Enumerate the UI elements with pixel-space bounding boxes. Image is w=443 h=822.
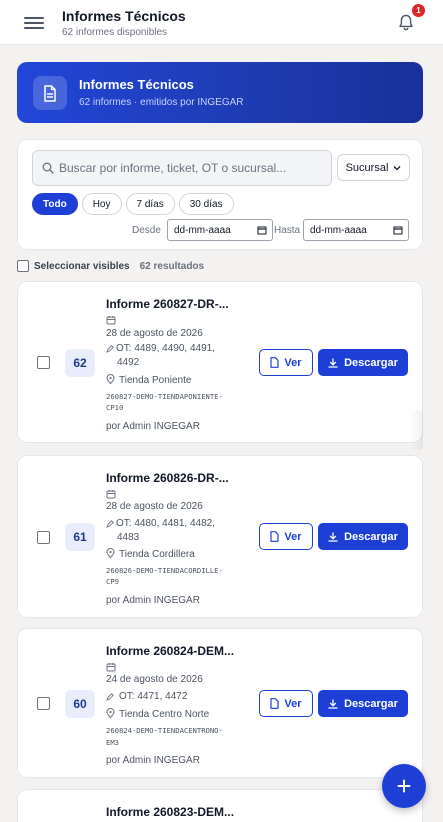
page-title: Informes Técnicos (62, 8, 186, 24)
download-icon (328, 531, 338, 542)
report-card: Informe 260823-DEM... (17, 789, 423, 822)
calendar-icon (106, 490, 116, 499)
report-ot: OT: 4489, 4490, 4491, (116, 343, 215, 354)
pencil-icon (106, 345, 114, 353)
download-icon (328, 698, 338, 709)
report-number: 62 (65, 349, 95, 377)
location-pin-icon (106, 548, 115, 558)
banner-title: Informes Técnicos (79, 77, 194, 92)
report-code: 260827-DEMO-TIENDAPONIENTE- (106, 392, 223, 401)
desde-date-input[interactable]: dd-mm-aaaa (167, 219, 273, 241)
report-checkbox[interactable] (37, 697, 50, 710)
pencil-icon (106, 520, 114, 528)
document-icon (33, 76, 67, 110)
report-card: 61 Informe 260826-DR-... 28 de agosto de… (17, 455, 423, 618)
report-code-cont: CP10 (106, 403, 124, 412)
search-box (32, 150, 332, 186)
calendar-icon (106, 663, 116, 672)
calendar-icon (393, 226, 403, 235)
location-pin-icon (106, 374, 115, 384)
report-card: 60 Informe 260824-DEM... 24 de agosto de… (17, 628, 423, 778)
document-icon (270, 531, 280, 542)
report-author: por Admin INGEGAR (106, 421, 200, 432)
chip-7-dias[interactable]: 7 días (125, 193, 175, 215)
report-code-cont: EM3 (106, 738, 119, 747)
date-range-chips: Todo Hoy 7 días 30 días (32, 193, 234, 215)
report-code: 260824-DEMO-TIENDACENTRONO- (106, 726, 223, 735)
document-icon (270, 357, 280, 368)
report-number: 60 (65, 690, 95, 718)
hasta-label: Hasta (274, 225, 301, 236)
report-date: 28 de agosto de 2026 (106, 501, 203, 512)
desde-value: dd-mm-aaaa (174, 224, 231, 236)
hasta-date-input[interactable]: dd-mm-aaaa (303, 219, 409, 241)
download-button[interactable]: Descargar (318, 523, 408, 550)
report-code-cont: CP9 (106, 577, 119, 586)
reports-banner: Informes Técnicos 62 informes · emitidos… (17, 62, 423, 123)
report-code: 260826-DEMO-TIENDACORDILLE- (106, 566, 223, 575)
pencil-icon (106, 693, 114, 701)
scroll-indicator (409, 410, 423, 450)
chip-todo[interactable]: Todo (32, 193, 78, 215)
report-card: 62 Informe 260827-DR-... 28 de agosto de… (17, 281, 423, 443)
menu-icon[interactable] (24, 14, 44, 32)
report-number: 61 (65, 523, 95, 551)
report-date: 24 de agosto de 2026 (106, 674, 203, 685)
search-input[interactable] (59, 151, 327, 185)
page-subtitle: 62 informes disponibles (62, 27, 168, 38)
calendar-icon (257, 226, 267, 235)
report-branch: Tienda Centro Norte (119, 709, 210, 720)
sucursal-dropdown[interactable]: Sucursal (337, 154, 410, 181)
chip-30-dias[interactable]: 30 días (178, 193, 234, 215)
report-author: por Admin INGEGAR (106, 755, 200, 766)
document-icon (270, 698, 280, 709)
chevron-down-icon (393, 165, 401, 170)
report-title[interactable]: Informe 260826-DR-... (106, 471, 246, 485)
banner-subtitle: 62 informes · emitidos por INGEGAR (79, 97, 244, 108)
notification-badge: 1 (412, 4, 425, 17)
location-pin-icon (106, 708, 115, 718)
report-title[interactable]: Informe 260827-DR-... (106, 297, 246, 311)
report-date: 28 de agosto de 2026 (106, 328, 203, 339)
results-count: 62 resultados (139, 260, 205, 272)
filters-panel: Sucursal Todo Hoy 7 días 30 días Desde d… (17, 139, 423, 250)
select-visible-checkbox[interactable] (17, 260, 29, 272)
view-button[interactable]: Ver (259, 523, 313, 550)
report-checkbox[interactable] (37, 356, 50, 369)
report-ot-cont: 4483 (117, 532, 140, 543)
report-ot-cont: 4492 (117, 357, 140, 368)
download-icon (328, 357, 338, 368)
hasta-value: dd-mm-aaaa (310, 224, 367, 236)
top-bar: Informes Técnicos 62 informes disponible… (0, 0, 443, 45)
calendar-icon (106, 316, 116, 325)
report-title[interactable]: Informe 260824-DEM... (106, 644, 246, 658)
report-checkbox[interactable] (37, 531, 50, 544)
report-author: por Admin INGEGAR (106, 595, 200, 606)
sucursal-label: Sucursal (345, 161, 389, 174)
bell-icon[interactable] (398, 14, 416, 34)
chip-hoy[interactable]: Hoy (81, 193, 122, 215)
download-button[interactable]: Descargar (318, 690, 408, 717)
search-icon (42, 162, 54, 174)
select-visible-label: Seleccionar visibles (34, 260, 130, 272)
report-ot: OT: 4471, 4472 (119, 691, 188, 702)
report-title[interactable]: Informe 260823-DEM... (106, 805, 246, 819)
add-report-button[interactable] (382, 764, 426, 808)
report-ot: OT: 4480, 4481, 4482, (116, 518, 215, 529)
view-button[interactable]: Ver (259, 349, 313, 376)
report-branch: Tienda Cordillera (119, 549, 195, 560)
select-row: Seleccionar visibles 62 resultados (17, 259, 204, 273)
desde-label: Desde (132, 225, 161, 236)
report-branch: Tienda Poniente (119, 375, 192, 386)
view-button[interactable]: Ver (259, 690, 313, 717)
plus-icon (397, 779, 411, 793)
download-button[interactable]: Descargar (318, 349, 408, 376)
